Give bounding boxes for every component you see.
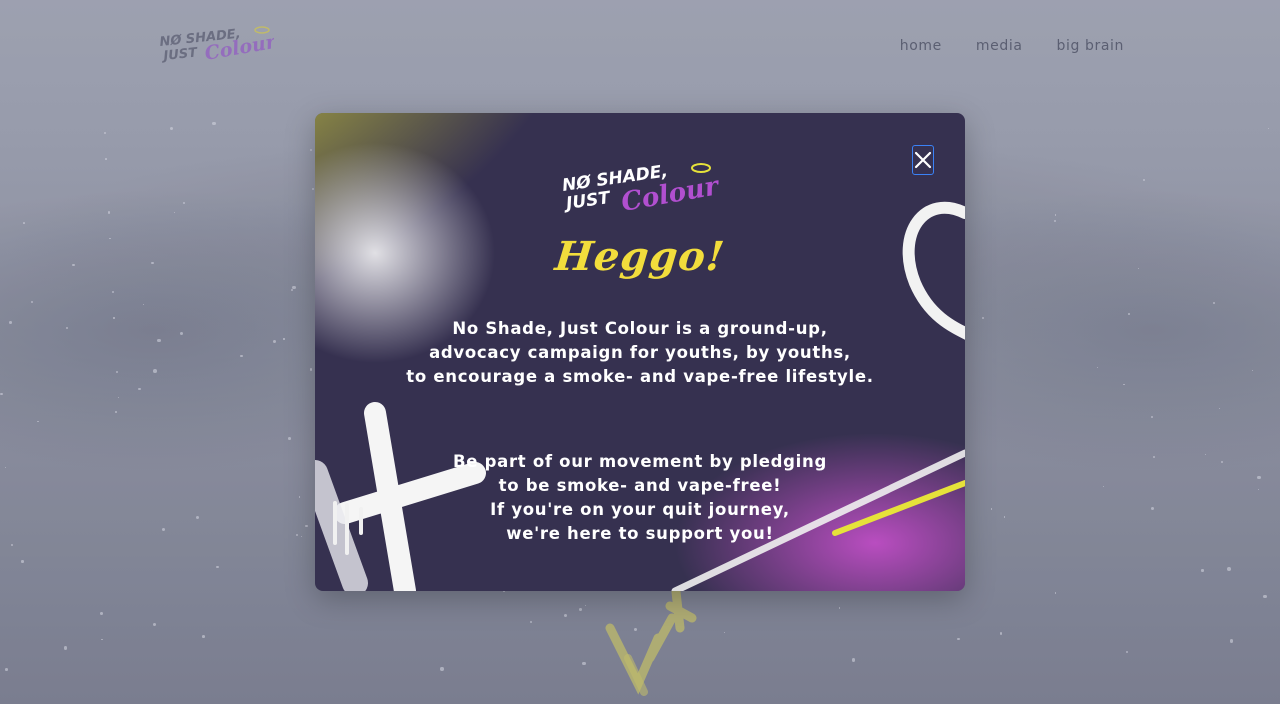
pledge-line: If you're on your quit journey, — [490, 500, 790, 519]
intro-line: advocacy campaign for youths, by youths, — [429, 343, 851, 362]
intro-line: No Shade, Just Colour is a ground-up, — [452, 319, 828, 338]
pledge-line: we're here to support you! — [506, 524, 774, 543]
intro-paragraph: No Shade, Just Colour is a ground-up, ad… — [315, 317, 965, 389]
pledge-line: Be part of our movement by pledging — [453, 452, 827, 471]
intro-line: to encourage a smoke- and vape-free life… — [406, 367, 874, 386]
pledge-paragraph: Be part of our movement by pledging to b… — [315, 450, 965, 546]
greeting-heading: Heggo! — [552, 233, 728, 280]
welcome-modal: NØ SHADE, JUST Colour Heggo! No Shade, J… — [315, 113, 965, 591]
close-icon — [914, 151, 932, 169]
modal-logo: NØ SHADE, JUST Colour — [561, 161, 719, 218]
close-button[interactable] — [912, 145, 934, 175]
pledge-line: to be smoke- and vape-free! — [498, 476, 782, 495]
